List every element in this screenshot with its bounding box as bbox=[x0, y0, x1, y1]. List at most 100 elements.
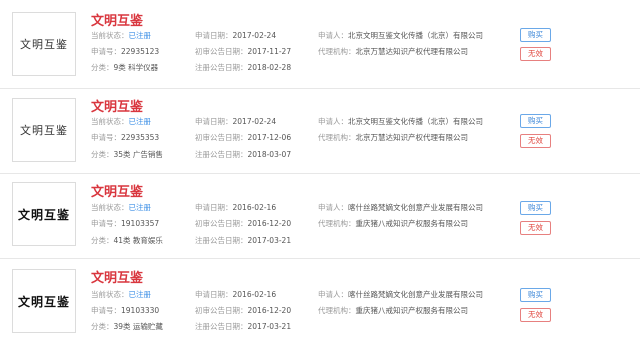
applicant-value: 喀什丝路梵嫡文化创意产业发展有限公司 bbox=[348, 290, 483, 299]
category-label: 分类： bbox=[91, 322, 114, 331]
first-notice-label: 初审公告日期： bbox=[195, 306, 248, 315]
reg-no-field: 申请号：22935123 bbox=[91, 47, 159, 57]
buy-button[interactable]: 购买 bbox=[520, 201, 551, 215]
trademark-name[interactable]: 文明互鉴 bbox=[91, 181, 143, 200]
agency-value: 重庆猪八戒知识产权服务有限公司 bbox=[355, 306, 469, 315]
reg-no-value: 22935353 bbox=[121, 133, 160, 142]
category-value: 35类 广告销售 bbox=[113, 150, 163, 159]
category-label: 分类： bbox=[91, 63, 114, 72]
trademark-card: 文明互鉴 文明互鉴 当前状态：已注册 申请号：22935353 分类：35类 广… bbox=[0, 89, 640, 175]
reg-no-label: 申请号： bbox=[91, 133, 121, 142]
first-notice-value: 2017-11-27 bbox=[247, 47, 292, 56]
reg-no-label: 申请号： bbox=[91, 219, 121, 228]
trademark-card: 文明互鉴 文明互鉴 当前状态：已注册 申请号：19103357 分类：41类 教… bbox=[0, 174, 640, 260]
reg-notice-label: 注册公告日期： bbox=[195, 150, 248, 159]
applicant-value: 北京文明互鉴文化传播（北京）有限公司 bbox=[348, 117, 483, 126]
invalid-button[interactable]: 无效 bbox=[520, 134, 551, 148]
apply-date-value: 2017-02-24 bbox=[232, 31, 277, 40]
applicant-label: 申请人： bbox=[318, 117, 348, 126]
category-value: 39类 运输贮藏 bbox=[113, 322, 163, 331]
invalid-button[interactable]: 无效 bbox=[520, 221, 551, 235]
reg-notice-field: 注册公告日期：2017-03-21 bbox=[195, 322, 291, 332]
status-value: 已注册 bbox=[128, 203, 152, 212]
apply-date-value: 2016-02-16 bbox=[232, 290, 277, 299]
reg-notice-field: 注册公告日期：2018-02-28 bbox=[195, 63, 291, 73]
category-field: 分类：35类 广告销售 bbox=[91, 150, 163, 160]
trademark-card: 文明互鉴 文明互鉴 当前状态：已注册 申请号：22935123 分类：9类 科学… bbox=[0, 0, 640, 86]
trademark-name[interactable]: 文明互鉴 bbox=[91, 96, 143, 115]
trademark-name[interactable]: 文明互鉴 bbox=[91, 10, 143, 29]
apply-date-value: 2016-02-16 bbox=[232, 203, 277, 212]
status-field: 当前状态：已注册 bbox=[91, 117, 151, 127]
first-notice-field: 初审公告日期：2016-12-20 bbox=[195, 219, 291, 229]
applicant-field: 申请人：北京文明互鉴文化传播（北京）有限公司 bbox=[318, 31, 483, 41]
reg-notice-value: 2017-03-21 bbox=[247, 322, 292, 331]
applicant-label: 申请人： bbox=[318, 203, 348, 212]
applicant-label: 申请人： bbox=[318, 31, 348, 40]
first-notice-label: 初审公告日期： bbox=[195, 133, 248, 142]
status-label: 当前状态： bbox=[91, 290, 129, 299]
reg-notice-value: 2017-03-21 bbox=[247, 236, 292, 245]
applicant-field: 申请人：北京文明互鉴文化传播（北京）有限公司 bbox=[318, 117, 483, 127]
apply-date-label: 申请日期： bbox=[195, 290, 233, 299]
status-label: 当前状态： bbox=[91, 31, 129, 40]
agency-value: 北京万慧达知识产权代理有限公司 bbox=[355, 47, 469, 56]
invalid-button[interactable]: 无效 bbox=[520, 47, 551, 61]
apply-date-label: 申请日期： bbox=[195, 203, 233, 212]
applicant-value: 北京文明互鉴文化传播（北京）有限公司 bbox=[348, 31, 483, 40]
agency-field: 代理机构：重庆猪八戒知识产权服务有限公司 bbox=[318, 306, 468, 316]
agency-value: 北京万慧达知识产权代理有限公司 bbox=[355, 133, 469, 142]
trademark-logo[interactable]: 文明互鉴 bbox=[12, 182, 76, 246]
category-field: 分类：39类 运输贮藏 bbox=[91, 322, 163, 332]
reg-no-value: 19103330 bbox=[121, 306, 160, 315]
trademark-name[interactable]: 文明互鉴 bbox=[91, 267, 143, 286]
agency-label: 代理机构： bbox=[318, 306, 356, 315]
reg-notice-label: 注册公告日期： bbox=[195, 63, 248, 72]
buy-button[interactable]: 购买 bbox=[520, 288, 551, 302]
first-notice-field: 初审公告日期：2017-12-06 bbox=[195, 133, 291, 143]
reg-no-value: 22935123 bbox=[121, 47, 160, 56]
apply-date-field: 申请日期：2016-02-16 bbox=[195, 290, 276, 300]
reg-notice-label: 注册公告日期： bbox=[195, 236, 248, 245]
apply-date-field: 申请日期：2017-02-24 bbox=[195, 31, 276, 41]
buy-button[interactable]: 购买 bbox=[520, 28, 551, 42]
first-notice-label: 初审公告日期： bbox=[195, 47, 248, 56]
category-label: 分类： bbox=[91, 236, 114, 245]
applicant-label: 申请人： bbox=[318, 290, 348, 299]
apply-date-label: 申请日期： bbox=[195, 117, 233, 126]
trademark-logo[interactable]: 文明互鉴 bbox=[12, 98, 76, 162]
status-value: 已注册 bbox=[128, 290, 152, 299]
reg-notice-label: 注册公告日期： bbox=[195, 322, 248, 331]
applicant-value: 喀什丝路梵嫡文化创意产业发展有限公司 bbox=[348, 203, 483, 212]
agency-field: 代理机构：北京万慧达知识产权代理有限公司 bbox=[318, 133, 468, 143]
first-notice-label: 初审公告日期： bbox=[195, 219, 248, 228]
trademark-logo[interactable]: 文明互鉴 bbox=[12, 269, 76, 333]
first-notice-value: 2016-12-20 bbox=[247, 219, 292, 228]
applicant-field: 申请人：喀什丝路梵嫡文化创意产业发展有限公司 bbox=[318, 290, 483, 300]
trademark-logo[interactable]: 文明互鉴 bbox=[12, 12, 76, 76]
invalid-button[interactable]: 无效 bbox=[520, 308, 551, 322]
reg-no-value: 19103357 bbox=[121, 219, 160, 228]
agency-label: 代理机构： bbox=[318, 47, 356, 56]
apply-date-label: 申请日期： bbox=[195, 31, 233, 40]
apply-date-field: 申请日期：2017-02-24 bbox=[195, 117, 276, 127]
first-notice-value: 2016-12-20 bbox=[247, 306, 292, 315]
category-value: 9类 科学仪器 bbox=[113, 63, 159, 72]
reg-no-label: 申请号： bbox=[91, 47, 121, 56]
apply-date-value: 2017-02-24 bbox=[232, 117, 277, 126]
reg-notice-value: 2018-02-28 bbox=[247, 63, 292, 72]
first-notice-field: 初审公告日期：2016-12-20 bbox=[195, 306, 291, 316]
agency-label: 代理机构： bbox=[318, 219, 356, 228]
agency-value: 重庆猪八戒知识产权服务有限公司 bbox=[355, 219, 469, 228]
category-value: 41类 教育娱乐 bbox=[113, 236, 163, 245]
status-field: 当前状态：已注册 bbox=[91, 290, 151, 300]
reg-notice-field: 注册公告日期：2018-03-07 bbox=[195, 150, 291, 160]
agency-field: 代理机构：重庆猪八戒知识产权服务有限公司 bbox=[318, 219, 468, 229]
reg-no-field: 申请号：19103357 bbox=[91, 219, 159, 229]
status-field: 当前状态：已注册 bbox=[91, 203, 151, 213]
reg-notice-value: 2018-03-07 bbox=[247, 150, 292, 159]
reg-no-field: 申请号：22935353 bbox=[91, 133, 159, 143]
reg-no-label: 申请号： bbox=[91, 306, 121, 315]
first-notice-value: 2017-12-06 bbox=[247, 133, 292, 142]
buy-button[interactable]: 购买 bbox=[520, 114, 551, 128]
